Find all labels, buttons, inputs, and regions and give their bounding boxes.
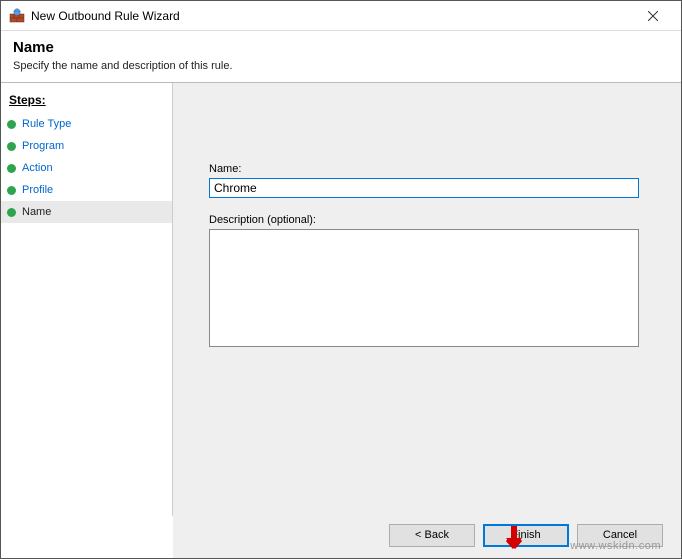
window-title: New Outbound Rule Wizard	[31, 9, 633, 23]
sidebar-item-program[interactable]: Program	[1, 135, 172, 157]
sidebar-item-name[interactable]: Name	[1, 201, 172, 223]
steps-heading: Steps:	[1, 89, 172, 113]
step-bullet-icon	[7, 208, 16, 217]
cancel-button[interactable]: Cancel	[577, 524, 663, 547]
wizard-footer: < Back Finish Cancel	[173, 512, 681, 558]
steps-sidebar: Steps: Rule Type Program Action Profile …	[1, 83, 173, 516]
description-label: Description (optional):	[209, 214, 645, 226]
firewall-icon	[9, 8, 25, 24]
finish-button[interactable]: Finish	[483, 524, 569, 547]
wizard-header: Name Specify the name and description of…	[1, 31, 681, 83]
close-button[interactable]	[633, 2, 673, 30]
sidebar-item-label: Name	[22, 206, 51, 218]
sidebar-item-label: Profile	[22, 184, 53, 196]
step-bullet-icon	[7, 120, 16, 129]
step-bullet-icon	[7, 186, 16, 195]
sidebar-item-label: Action	[22, 162, 53, 174]
name-input[interactable]	[209, 178, 639, 198]
sidebar-item-label: Rule Type	[22, 118, 71, 130]
page-subtitle: Specify the name and description of this…	[13, 60, 669, 72]
sidebar-item-label: Program	[22, 140, 64, 152]
step-bullet-icon	[7, 164, 16, 173]
sidebar-item-action[interactable]: Action	[1, 157, 172, 179]
page-title: Name	[13, 39, 669, 56]
description-input[interactable]	[209, 229, 639, 347]
sidebar-item-rule-type[interactable]: Rule Type	[1, 113, 172, 135]
sidebar-item-profile[interactable]: Profile	[1, 179, 172, 201]
name-label: Name:	[209, 163, 645, 175]
step-bullet-icon	[7, 142, 16, 151]
wizard-content: Name: Description (optional):	[173, 83, 681, 516]
back-button[interactable]: < Back	[389, 524, 475, 547]
titlebar: New Outbound Rule Wizard	[1, 1, 681, 31]
